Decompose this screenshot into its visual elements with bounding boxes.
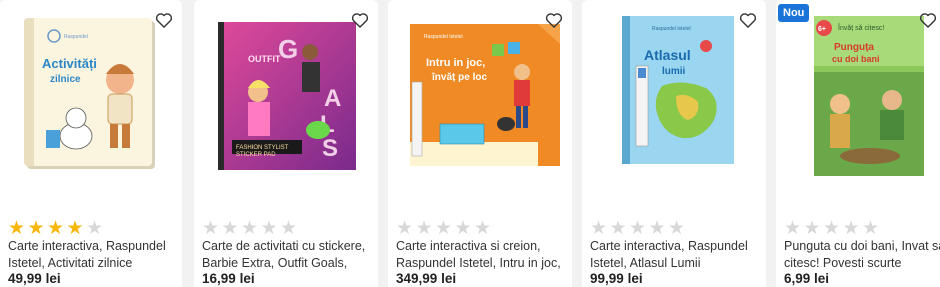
star-icon: ★ [668, 218, 686, 239]
svg-text:Atlasul: Atlasul [644, 47, 691, 63]
star-icon: ★ [202, 218, 220, 239]
svg-text:cu doi bani: cu doi bani [832, 54, 880, 64]
product-card[interactable]: Raspundel Activități zilnice ★ ★ ★ ★ ★ Carte… [0, 0, 182, 287]
product-grid: Raspundel Activități zilnice ★ ★ ★ ★ ★ Carte… [0, 0, 940, 287]
price-value: 6,99 [784, 271, 811, 286]
svg-text:Punguța: Punguța [834, 42, 874, 53]
product-title[interactable]: Carte interactiva, Raspundel Istetel, Ac… [8, 238, 180, 272]
star-icon: ★ [862, 218, 880, 239]
star-icon: ★ [396, 218, 414, 239]
price-currency: lei [441, 271, 457, 286]
svg-text:Învăț să citesc!: Învăț să citesc! [837, 23, 884, 32]
product-card[interactable]: G O A L S OUTFIT FASHION STYLIST STICKER… [194, 0, 378, 287]
svg-text:învăț pe loc: învăț pe loc [431, 72, 487, 83]
product-title[interactable]: Carte interactiva si creion, Raspundel I… [396, 238, 568, 272]
star-icon: ★ [784, 218, 802, 239]
svg-text:FASHION STYLIST: FASHION STYLIST [236, 145, 289, 151]
price-value: 349,99 [396, 271, 438, 286]
star-icon: ★ [415, 218, 433, 239]
product-price: 99,99 lei [590, 271, 643, 286]
svg-text:Raspundel: Raspundel [64, 34, 88, 40]
rating-stars: ★ ★ ★ ★ ★ [590, 219, 688, 238]
rating-stars: ★ ★ ★ ★ ★ [396, 219, 494, 238]
svg-text:Activități: Activități [42, 56, 97, 71]
svg-text:Raspundel Istetel: Raspundel Istetel [652, 26, 691, 32]
product-price: 49,99 lei [8, 271, 61, 286]
product-card[interactable]: 6+ Învăț să citesc! Punguța cu doi bani … [776, 0, 940, 287]
price-currency: lei [45, 271, 61, 286]
star-icon: ★ [629, 218, 647, 239]
star-icon: ★ [648, 218, 666, 239]
price-currency: lei [814, 271, 830, 286]
svg-text:STICKER PAD: STICKER PAD [236, 152, 276, 158]
heart-icon[interactable] [738, 10, 758, 30]
svg-text:6+: 6+ [818, 26, 826, 33]
product-card[interactable]: Raspundel Istetel Atlasul lumii ★ ★ ★ ★ ★ Ca… [582, 0, 766, 287]
star-icon: ★ [435, 218, 453, 239]
heart-icon[interactable] [544, 10, 564, 30]
product-image[interactable]: Raspundel Istetel Atlasul lumii [582, 0, 766, 212]
svg-text:zilnice: zilnice [50, 74, 81, 85]
star-icon: ★ [280, 218, 298, 239]
star-icon: ★ [590, 218, 608, 239]
star-icon: ★ [8, 218, 26, 239]
price-currency: lei [239, 271, 255, 286]
product-image[interactable]: Raspundel Activități zilnice [0, 0, 182, 212]
heart-icon[interactable] [918, 10, 938, 30]
star-icon: ★ [609, 218, 627, 239]
product-price: 16,99 lei [202, 271, 255, 286]
product-image[interactable]: Raspundel Istetel Intru in joc, învăț pe… [388, 0, 572, 212]
book-cover: Raspundel Istetel Atlasul lumii [622, 16, 734, 164]
svg-text:lumii: lumii [662, 66, 686, 77]
book-cover: 6+ Învăț să citesc! Punguța cu doi bani [814, 16, 924, 176]
star-icon: ★ [47, 218, 65, 239]
product-title[interactable]: Carte interactiva, Raspundel Istetel, At… [590, 238, 762, 272]
book-cover: Raspundel Activități zilnice [24, 18, 152, 166]
svg-text:G: G [278, 34, 298, 64]
svg-text:A: A [324, 85, 341, 112]
product-image[interactable]: 6+ Învăț să citesc! Punguța cu doi bani [776, 0, 940, 212]
product-card[interactable]: Raspundel Istetel Intru in joc, învăț pe… [388, 0, 572, 287]
heart-icon[interactable] [154, 10, 174, 30]
star-icon: ★ [86, 218, 104, 239]
star-icon: ★ [823, 218, 841, 239]
star-icon: ★ [474, 218, 492, 239]
new-badge: Nou [778, 4, 810, 22]
svg-text:Raspundel Istetel: Raspundel Istetel [424, 34, 463, 40]
book-cover: Raspundel Istetel Intru in joc, învăț pe… [410, 24, 560, 166]
price-value: 49,99 [8, 271, 42, 286]
star-icon: ★ [221, 218, 239, 239]
star-icon: ★ [803, 218, 821, 239]
product-price: 349,99 lei [396, 271, 456, 286]
rating-stars: ★ ★ ★ ★ ★ [8, 219, 106, 238]
star-icon: ★ [842, 218, 860, 239]
star-icon: ★ [27, 218, 45, 239]
svg-text:Intru in joc,: Intru in joc, [426, 57, 485, 69]
product-title[interactable]: Carte de activitati cu stickere, Barbie … [202, 238, 374, 272]
svg-text:S: S [322, 135, 338, 162]
price-value: 16,99 [202, 271, 236, 286]
star-icon: ★ [454, 218, 472, 239]
product-title[interactable]: Punguta cu doi bani, Invat sa citesc! Po… [784, 238, 940, 272]
product-price: 6,99 lei [784, 271, 829, 286]
star-icon: ★ [241, 218, 259, 239]
rating-stars: ★ ★ ★ ★ ★ [784, 219, 882, 238]
price-value: 99,99 [590, 271, 624, 286]
rating-stars: ★ ★ ★ ★ ★ [202, 219, 300, 238]
star-icon: ★ [260, 218, 278, 239]
price-currency: lei [627, 271, 643, 286]
svg-text:OUTFIT: OUTFIT [248, 54, 281, 64]
book-cover: G O A L S OUTFIT FASHION STYLIST STICKER… [218, 22, 356, 170]
heart-icon[interactable] [350, 10, 370, 30]
star-icon: ★ [66, 218, 84, 239]
product-image[interactable]: G O A L S OUTFIT FASHION STYLIST STICKER… [194, 0, 378, 212]
